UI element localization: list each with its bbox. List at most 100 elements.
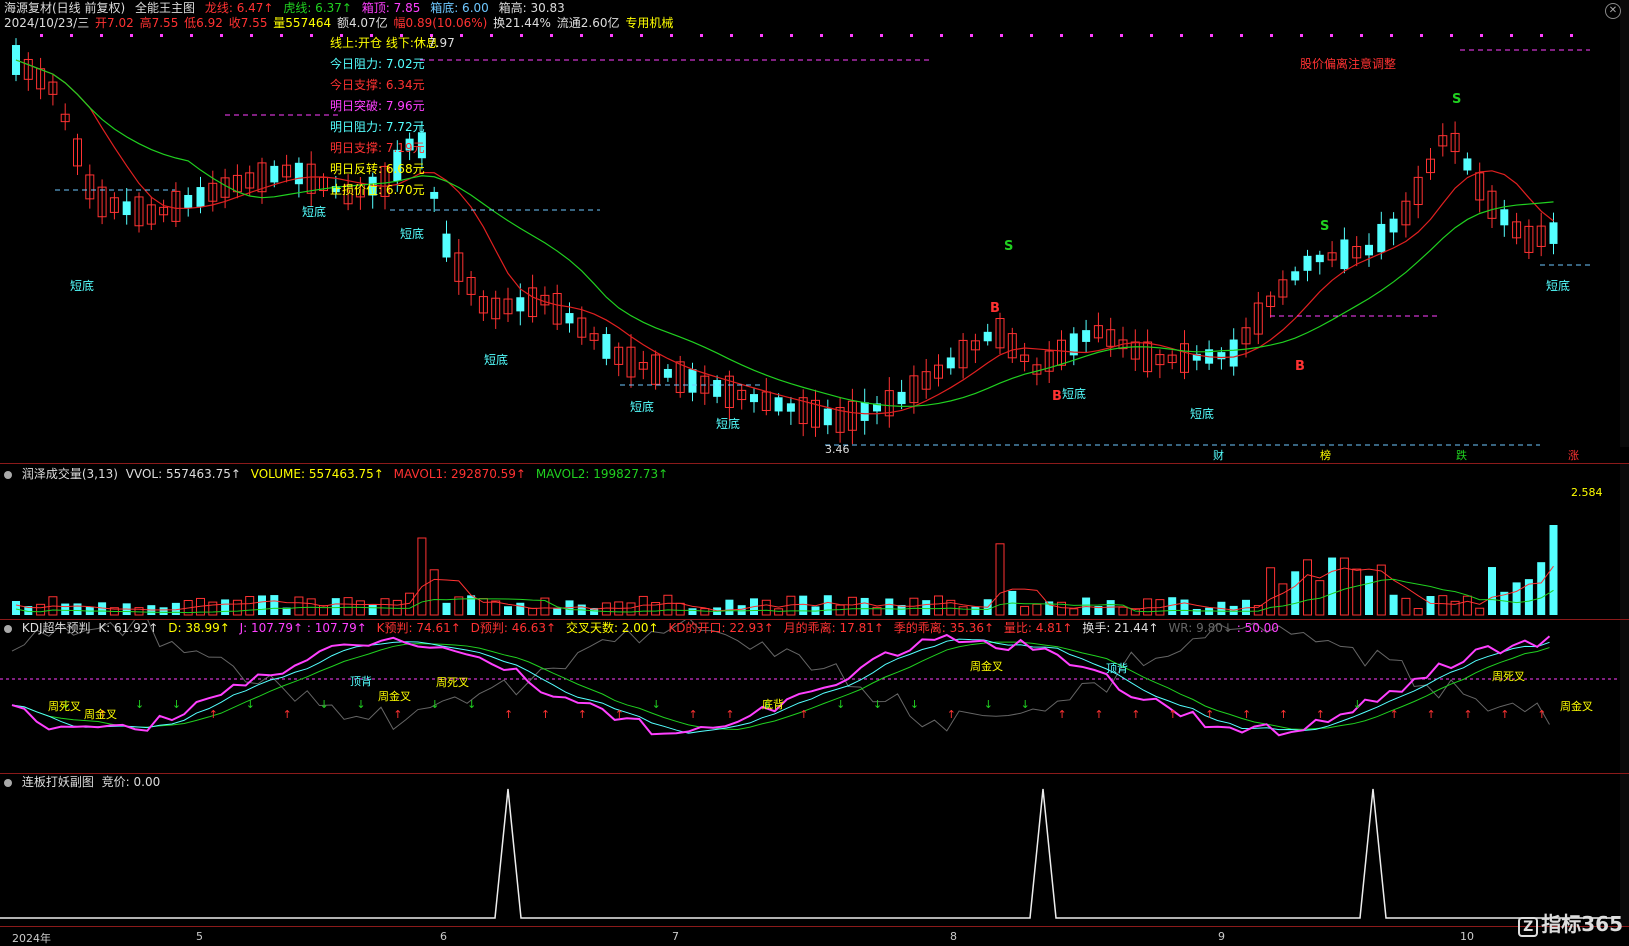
limit-board-pane[interactable]: 连板打妖副图 竞价: 0.00 (0, 774, 1629, 926)
down-arrow-icon: ↓ (172, 698, 181, 711)
up-arrow-icon: ↑ (283, 708, 292, 721)
top-tick (970, 34, 973, 37)
settings-dot-icon[interactable] (4, 625, 12, 633)
short-bottom-label: 短底 (302, 204, 326, 219)
volume-bar (885, 598, 894, 615)
top-tick (610, 34, 613, 37)
volume-chart[interactable] (0, 464, 1629, 619)
volume-bar (1537, 562, 1546, 615)
volume-max: 2.584 (1571, 486, 1603, 499)
volume-bar (922, 600, 931, 615)
mavol1-value: MAVOL1: 292870.59↑ (393, 467, 526, 481)
volume-bar (1365, 575, 1373, 615)
low-price-mark: 3.46 (825, 443, 850, 456)
volume-bar (688, 608, 697, 615)
top-tick (1360, 34, 1363, 37)
top-tick (1510, 34, 1513, 37)
volume-bar (1069, 608, 1079, 616)
volume-bar (12, 601, 20, 615)
volume-bar (1462, 595, 1472, 616)
volume-bar (1328, 557, 1337, 615)
kdj-pane[interactable]: ↓ ↑ ↓ ↓ ↑ ↓ ↑ ↓ ↓ ↑ ↓ ↓ ↑ ↑ ↑ ↑ ↓ ↑ ↑ ↓ ↑ ↓ ↓ ↓ ↑ ↓ ↓ ↑ ↑ ↑ ↑ ↑ ↑ ↑ ↑ ↓ ↑ ↑ ↑ ↑… (0, 620, 1629, 773)
kdj-signal-label: 顶背 (350, 675, 372, 688)
k-value: K: 61.92↑ (98, 621, 159, 635)
buy-signal: B (1052, 389, 1062, 404)
volume-name[interactable]: 润泽成交量(3,13) (22, 467, 118, 481)
up-arrow-icon: ↑ (504, 708, 513, 721)
kdj-signal-label: 周死叉 (1492, 670, 1525, 683)
turnover-value: 换手: 21.44↑ (1082, 621, 1159, 635)
event-fall[interactable]: 跌 (1456, 449, 1467, 463)
event-rise[interactable]: 涨 (1568, 449, 1579, 463)
axis-month-10: 10 (1460, 930, 1474, 943)
limit-header: 连板打妖副图 竞价: 0.00 (4, 774, 166, 790)
vvol-value: VVOL: 557463.75↑ (125, 467, 241, 481)
top-tick (1090, 34, 1093, 37)
volume-ratio: 量比: 4.81↑ (1003, 621, 1073, 635)
volume-bar (553, 607, 562, 615)
main-chart-pane[interactable]: 短底 短底 短底 短底 短底 短底 短底 短底 短底 S S S B B B 海源复材(日线 前复权) 全能… (0, 0, 1629, 462)
kdj-signal-label: 周死叉 (436, 676, 469, 689)
down-arrow-icon: ↓ (873, 698, 882, 711)
volume-bar (663, 594, 673, 616)
volume-bar (208, 601, 218, 616)
volume-pane[interactable]: 润泽成交量(3,13) VVOL: 557463.75↑ VOLUME: 557… (0, 464, 1629, 619)
candle-body (430, 191, 439, 199)
mavol2-value: MAVOL2: 199827.73↑ (535, 467, 669, 481)
industry-tag: 专用机械 (625, 16, 674, 30)
kdj-signal-label: 周金叉 (378, 690, 411, 703)
down-arrow-icon: ↓ (430, 698, 439, 711)
kdj-name[interactable]: KDJ超牛预判 (22, 621, 91, 635)
top-tick (1390, 34, 1393, 37)
top-tick (130, 34, 133, 37)
limit-board-chart[interactable] (0, 774, 1629, 926)
quote-volume: 量557464 (273, 16, 332, 30)
top-tick (220, 34, 223, 37)
limit-name[interactable]: 连板打妖副图 (22, 775, 94, 789)
top-tick (1300, 34, 1303, 37)
kd-open: KD的开口: 22.93↑ (668, 621, 774, 635)
box-top-value: 箱顶: 7.85 (361, 1, 421, 15)
settings-dot-icon[interactable] (4, 779, 12, 787)
top-tick (820, 34, 823, 37)
volume-bar (504, 606, 512, 615)
dragon-line-value: 龙线: 6.47↑ (204, 1, 274, 15)
quote-change: 幅0.89(10.06%) (393, 16, 488, 30)
close-icon[interactable]: ✕ (1605, 3, 1621, 19)
candle-body (946, 357, 955, 369)
candle-body (823, 408, 832, 426)
event-finance[interactable]: 财 (1213, 449, 1224, 463)
up-arrow-icon: ↑ (1058, 708, 1067, 721)
volume-bar (1475, 607, 1485, 616)
axis-month-5: 5 (196, 930, 203, 943)
short-bottom-label: 短底 (70, 278, 94, 293)
indicator-name[interactable]: 全能王主图 (135, 1, 195, 15)
top-tick (1240, 34, 1243, 37)
top-tick (1000, 34, 1003, 37)
volume-bar (1303, 559, 1312, 616)
candle-body (983, 331, 992, 342)
volume-bar (1438, 595, 1448, 616)
quote-close: 收7.55 (228, 16, 268, 30)
volume-bar (270, 595, 279, 615)
event-list[interactable]: 榜 (1320, 449, 1331, 463)
settings-dot-icon[interactable] (4, 471, 12, 479)
up-arrow-icon: ↑ (615, 708, 624, 721)
month-deviation: 月的乖离: 17.81↑ (783, 621, 884, 635)
candle-body (516, 297, 525, 312)
volume-bar (1278, 583, 1288, 616)
kdj-chart[interactable]: ↓↑↓ ↓↑↓↑↓ ↓↑↓ ↓↑ ↑ ↑ ↑↓↑ ↑↓↑↓ ↓ ↓↑↓ ↓↑ ↑ ↑ ↑ ↑ ↑ ↑ ↑↓↑ ↑ ↑ ↑… (0, 620, 1629, 773)
limit-spike-line (0, 788, 1620, 919)
j-value: J: 107.79↑ (239, 621, 304, 635)
candle-body (897, 391, 906, 405)
volume-bar (380, 598, 390, 616)
up-arrow-icon: ↑ (1279, 708, 1288, 721)
top-tick (1150, 34, 1153, 37)
volume-bar (934, 595, 943, 616)
down-arrow-icon: ↓ (246, 698, 255, 711)
top-tick (1480, 34, 1483, 37)
top-tick (520, 34, 523, 37)
axis-month-8: 8 (950, 930, 957, 943)
down-arrow-icon: ↓ (1353, 698, 1362, 711)
top-tick (70, 34, 73, 37)
